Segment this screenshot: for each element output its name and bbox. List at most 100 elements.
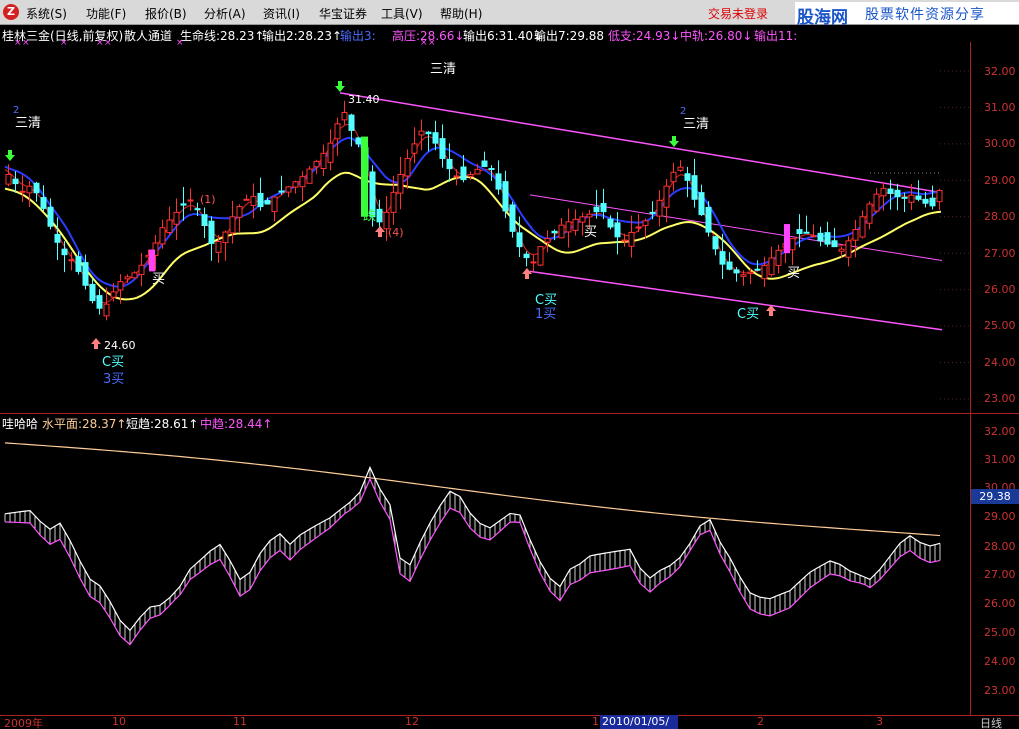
candle-body xyxy=(187,199,194,202)
candle-body xyxy=(327,142,334,163)
candle-body xyxy=(5,173,12,185)
candle-body xyxy=(908,194,915,203)
axis-label: 24.00 xyxy=(984,655,1016,668)
candle-body xyxy=(537,246,544,266)
candle-body xyxy=(684,173,691,181)
candle-body xyxy=(796,229,803,235)
candle-body xyxy=(642,220,649,226)
high-channel-line xyxy=(339,92,943,194)
candle-body xyxy=(551,230,558,234)
candle-body xyxy=(222,231,229,244)
cross-marker: × xyxy=(104,38,112,48)
candle-body xyxy=(390,191,397,213)
candle-body xyxy=(628,231,635,247)
candle-body xyxy=(264,200,271,205)
axis-label: 30.00 xyxy=(984,137,1016,150)
candle-body xyxy=(446,158,453,170)
date-axis xyxy=(0,715,1019,729)
candle-body xyxy=(929,197,936,207)
candle-body xyxy=(180,203,187,206)
candle-body xyxy=(579,216,586,223)
candle-body xyxy=(75,256,82,272)
candle-body xyxy=(656,199,663,217)
axis-label: 26.00 xyxy=(984,283,1016,296)
candle-body xyxy=(33,182,40,194)
candle-body xyxy=(439,138,446,159)
candle-body xyxy=(334,123,341,140)
candle-body xyxy=(502,181,509,212)
candle-body xyxy=(131,272,138,279)
candle-body xyxy=(40,197,47,209)
cross-marker: × xyxy=(22,38,30,48)
candle-body xyxy=(117,281,124,291)
candle-body xyxy=(593,206,600,213)
axis-label: 24.00 xyxy=(984,356,1016,369)
candle-body xyxy=(299,176,306,188)
candle-body xyxy=(495,173,502,190)
candle-body xyxy=(831,240,838,248)
axis-label: 25.00 xyxy=(984,319,1016,332)
axis-label: 23.00 xyxy=(984,684,1016,697)
candle-body xyxy=(768,257,775,276)
cross-marker: × xyxy=(420,38,428,48)
candle-body xyxy=(600,203,607,213)
candle-body xyxy=(320,152,327,169)
candle-body xyxy=(698,192,705,216)
candle-body xyxy=(12,178,19,185)
candle-body xyxy=(719,251,726,265)
candle-body xyxy=(138,264,145,275)
candle-body xyxy=(747,271,754,274)
candle-body xyxy=(411,143,418,154)
candle-body xyxy=(873,193,880,212)
cross-marker: × xyxy=(176,38,184,48)
down-arrow-icon xyxy=(5,150,15,161)
candle-body xyxy=(397,173,404,194)
candle-body xyxy=(887,188,894,194)
candle-body xyxy=(586,213,593,218)
up-arrow-icon xyxy=(91,338,101,349)
candle-body xyxy=(68,259,75,262)
candle-body xyxy=(481,160,488,167)
candle-body xyxy=(229,216,236,234)
candle-body xyxy=(677,166,684,171)
date-label: 10 xyxy=(112,715,126,728)
candle-body xyxy=(488,167,495,170)
candle-body xyxy=(635,226,642,229)
candle-body xyxy=(649,211,656,214)
candle-body xyxy=(376,208,383,223)
candle-body xyxy=(866,203,873,224)
candle-body xyxy=(383,211,390,230)
date-label: 1 xyxy=(592,715,599,728)
candle-body xyxy=(271,196,278,213)
candle-body xyxy=(418,130,425,136)
candle-body xyxy=(173,211,180,225)
candle-body xyxy=(544,238,551,243)
candle-body xyxy=(124,276,131,280)
candle-body xyxy=(82,262,89,286)
cross-marker: × xyxy=(96,38,104,48)
candle-body xyxy=(453,175,460,178)
candle-body xyxy=(313,160,320,168)
candle-body xyxy=(208,220,215,244)
candle-body xyxy=(880,187,887,197)
candle-body xyxy=(705,206,712,233)
candle-body xyxy=(558,224,565,239)
period-button[interactable]: 日线 xyxy=(980,715,1002,729)
kline-chart[interactable]: × × × × × × × × xyxy=(0,0,970,715)
candle-body xyxy=(348,114,355,131)
date-label: 12 xyxy=(405,715,419,728)
red-ma-line xyxy=(4,123,942,304)
candle-body xyxy=(361,136,368,217)
down-arrow-icon xyxy=(669,136,679,147)
axis-label: 26.00 xyxy=(984,597,1016,610)
date-cursor-label: 2010/01/05/二 xyxy=(600,715,678,729)
up-arrow-icon xyxy=(522,268,532,279)
candle-body xyxy=(565,221,572,233)
candle-body xyxy=(614,222,621,238)
candle-body xyxy=(726,261,733,270)
cursor-value-label: 29.38 xyxy=(971,489,1019,504)
candle-body xyxy=(670,171,677,183)
cross-marker: × xyxy=(60,38,68,48)
candle-body xyxy=(306,168,313,184)
candle-body xyxy=(474,168,481,175)
